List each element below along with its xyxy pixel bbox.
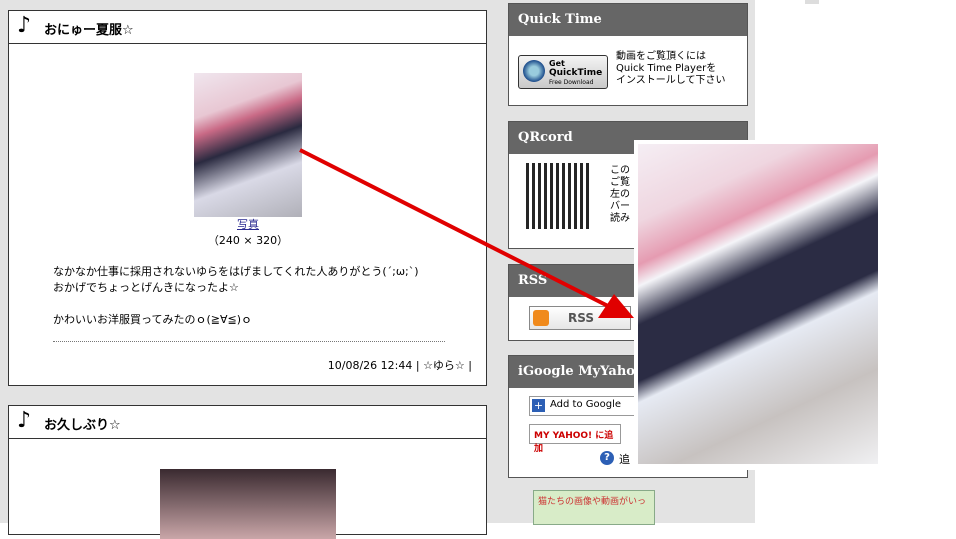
photo-size: （240 × 320）	[207, 234, 289, 247]
enlarged-photo[interactable]	[638, 144, 878, 464]
widget-heading: Quick Time	[509, 4, 747, 36]
post-line: なかなか仕事に採用されないゆらをはげましてくれた人ありがとう(´;ω;`)	[53, 265, 419, 278]
blog-post: ♪ おにゅー夏服☆ 写真 （240 × 320） なかなか仕事に採用されないゆら…	[8, 10, 487, 386]
post-header: ♪ お久しぶり☆	[9, 406, 486, 439]
qt-button-line: QuickTime	[549, 68, 603, 78]
google-button-label: Add to Google	[550, 399, 622, 410]
desc-line: ご覧	[610, 177, 630, 188]
post-photo-thumbnail[interactable]	[194, 73, 302, 217]
music-note-icon: ♪	[17, 13, 32, 38]
desc-line: 読み	[610, 213, 630, 224]
post-line: おかげでちょっとげんきになったよ☆	[53, 281, 239, 294]
help-icon[interactable]: ?	[600, 451, 614, 465]
top-fragment	[805, 0, 819, 4]
post-title[interactable]: おにゅー夏服☆	[44, 19, 134, 38]
desc-line: Quick Time Playerを	[616, 63, 717, 74]
post-line: かわいいお洋服買ってみたのｏ(≧∀≦)ｏ	[53, 313, 252, 326]
cat-banner-ad[interactable]: 猫たちの画像や動画がいっ	[533, 490, 655, 525]
post-header: ♪ おにゅー夏服☆	[9, 11, 486, 44]
rss-button-label: RSS	[568, 311, 594, 325]
quicktime-description: 動画をご覧頂くには Quick Time Playerを インストールして下さい	[616, 51, 741, 87]
desc-line: この	[610, 165, 630, 176]
post-meta: 10/08/26 12:44 | ☆ゆら☆ |	[327, 359, 472, 372]
post-line	[53, 296, 419, 312]
qt-button-line: Free Download	[549, 79, 594, 86]
plus-icon: +	[532, 399, 545, 412]
post-title[interactable]: お久しぶり☆	[44, 414, 121, 433]
desc-line: バー	[610, 201, 630, 212]
get-quicktime-button[interactable]: Get QuickTime Free Download	[518, 55, 608, 89]
banner-text: 猫たちの画像や動画がいっ	[538, 497, 647, 507]
qr-description: この ご覧 左の バー 読み	[610, 165, 630, 225]
rss-subscribe-button[interactable]: RSS	[529, 306, 631, 330]
qt-button-line: Get	[549, 59, 565, 68]
blog-post: ♪ お久しぶり☆	[8, 405, 487, 539]
photo-link[interactable]: 写真	[237, 218, 259, 231]
music-note-icon: ♪	[17, 408, 32, 433]
photo-popup	[634, 140, 882, 470]
desc-line: 左の	[610, 189, 630, 200]
add-to-myyahoo-button[interactable]: MY YAHOO! に追加	[529, 424, 621, 454]
quicktime-logo-icon	[523, 60, 545, 82]
add-to-google-button[interactable]: + Add to Google	[529, 396, 635, 416]
dotted-divider	[53, 341, 445, 342]
post-photo-thumbnail[interactable]	[160, 469, 336, 539]
qr-code-image	[526, 163, 592, 229]
desc-line: インストールして下さい	[616, 75, 726, 86]
desc-line: 動画をご覧頂くには	[616, 51, 706, 62]
rss-feed-icon	[533, 310, 549, 326]
photo-caption: 写真 （240 × 320）	[188, 216, 308, 248]
post-body: なかなか仕事に採用されないゆらをはげましてくれた人ありがとう(´;ω;`) おか…	[53, 264, 419, 328]
help-link[interactable]: 追	[619, 451, 630, 467]
